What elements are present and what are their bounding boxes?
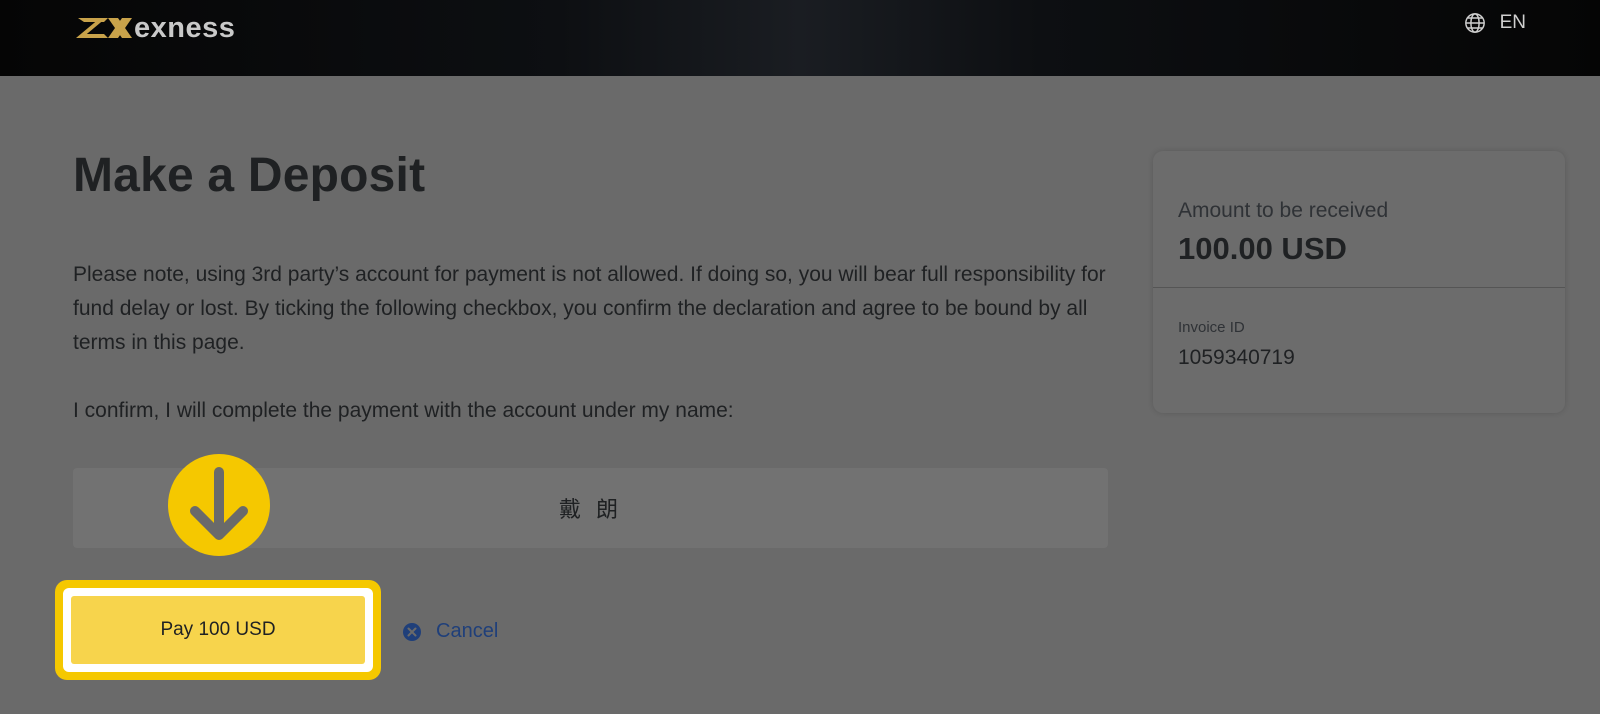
account-name-value: 戴 朗 [559,498,622,523]
pay-button-highlight: Pay 100 USD [55,580,381,680]
arrow-down-icon [190,467,248,540]
pay-button[interactable]: Pay 100 USD [71,596,365,664]
exness-logo[interactable]: exness [74,8,235,48]
pay-button-highlight-inner: Pay 100 USD [63,588,373,672]
cancel-label: Cancel [436,620,499,642]
top-bar: exness EN [0,0,1600,76]
arrow-down-callout [168,454,270,556]
language-selector[interactable]: EN [1464,12,1526,34]
summary-divider [1153,287,1565,288]
invoice-id-label: Invoice ID [1178,319,1245,336]
amount-value: 100.00 USD [1178,231,1347,266]
invoice-id-value: 1059340719 [1178,346,1295,369]
amount-label: Amount to be received [1178,199,1389,222]
globe-icon [1464,13,1485,33]
language-label: EN [1499,12,1526,33]
page-title: Make a Deposit [73,149,426,202]
exness-logo-mark-icon [76,18,132,38]
brand-name: exness [134,11,236,44]
cancel-link[interactable]: Cancel [402,620,498,643]
confirmation-text: I confirm, I will complete the payment w… [73,399,734,422]
third-party-payment-note: Please note, using 3rd party’s account f… [73,263,1106,354]
deposit-summary-card: Amount to be received 100.00 USD Invoice… [1153,151,1565,413]
close-circle-icon [403,622,421,641]
